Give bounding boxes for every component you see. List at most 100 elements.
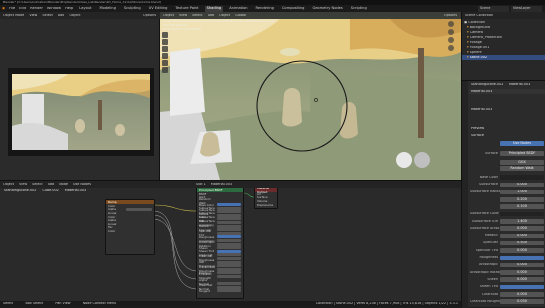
node-socket-value[interactable] <box>217 210 241 214</box>
workspace-tab-geometry-nodes[interactable]: Geometry Nodes <box>310 6 344 12</box>
mode-dropdown[interactable]: Object <box>163 14 174 17</box>
move-tool-icon[interactable] <box>162 46 168 52</box>
menu-view[interactable]: View <box>19 183 27 186</box>
material-slot[interactable]: Material.003 <box>471 90 492 93</box>
transform-orientation[interactable]: Global <box>235 14 246 17</box>
use-nodes-checkbox[interactable]: Use Nodes <box>73 183 91 186</box>
workspace-tab-shading[interactable]: Shading <box>204 5 224 12</box>
menu-select[interactable]: Select <box>42 14 52 17</box>
property-value-field[interactable]: 0.000 <box>500 277 544 282</box>
node-socket-row[interactable]: Displacement <box>255 203 277 207</box>
property-value-field[interactable] <box>500 211 544 217</box>
node-socket-value[interactable] <box>217 221 241 225</box>
node-socket-value[interactable] <box>217 264 241 268</box>
camera-view-panel[interactable]: Object Mode View Select Add Object Optio… <box>0 12 160 180</box>
outliner-row-selected[interactable]: ▾ Stone.002 <box>462 55 545 60</box>
rotate-tool-icon[interactable] <box>162 53 168 59</box>
outliner-panel[interactable]: Scene Collection ▣ Collection ▾ Background… <box>461 12 545 80</box>
node-socket-value[interactable] <box>217 203 241 207</box>
node-socket-row[interactable]: Tangent <box>197 289 243 293</box>
surface-section-header[interactable]: Surface <box>469 133 545 138</box>
workspace-tab-scripting[interactable]: Scripting <box>349 6 369 12</box>
menu-edit[interactable]: Edit <box>19 7 26 11</box>
properties-tab-strip[interactable] <box>462 81 468 308</box>
workspace-tab-texture-paint[interactable]: Texture Paint <box>173 6 200 12</box>
menu-select[interactable]: Select <box>32 183 42 186</box>
properties-panel[interactable]: StandingStone.002 Material.003 Material.… <box>461 80 545 308</box>
transform-tool-icon[interactable] <box>162 67 168 73</box>
preview-section-header[interactable]: Preview <box>469 126 545 131</box>
material-slot-list[interactable]: Material.003 <box>469 89 545 94</box>
property-value-field[interactable] <box>500 284 544 290</box>
cursor-tool-icon[interactable] <box>162 39 168 45</box>
texture-node[interactable]: Ramp Color Alpha Linear Color Alpha Linear Fac… <box>105 199 155 255</box>
menu-view[interactable]: View <box>179 14 187 17</box>
node-socket-value[interactable] <box>126 207 152 211</box>
workspace-tab-uv-editing[interactable]: UV Editing <box>147 6 170 12</box>
node-socket-value[interactable] <box>217 289 241 293</box>
shader-node-editor[interactable]: Object View Select Add Node Use Nodes Sl… <box>0 180 461 301</box>
property-value-field[interactable]: 1.000 <box>500 189 544 195</box>
node-socket-value[interactable] <box>217 249 241 253</box>
property-value-field[interactable] <box>500 175 544 180</box>
node-socket-value[interactable] <box>217 224 241 228</box>
menu-file[interactable]: File <box>9 7 15 11</box>
property-value-field[interactable] <box>500 255 544 261</box>
material-datablock[interactable]: Material.003 <box>469 107 545 112</box>
editor-type-dropdown[interactable]: Object <box>3 183 14 186</box>
property-value-field[interactable]: 1.400 <box>500 219 544 224</box>
menu-add[interactable]: Add <box>58 14 65 17</box>
node-socket-value[interactable] <box>217 253 241 257</box>
property-value-field[interactable]: 0.000 <box>500 262 544 268</box>
menu-node[interactable]: Node <box>59 183 68 186</box>
menu-window[interactable]: Window <box>47 7 61 11</box>
node-socket-value[interactable] <box>217 213 241 217</box>
workspace-tab-modeling[interactable]: Modeling <box>98 6 118 12</box>
options-dropdown[interactable]: Options <box>444 14 457 17</box>
menu-add[interactable]: Add <box>48 183 55 186</box>
menu-help[interactable]: Help <box>65 7 73 11</box>
distribution-dropdown[interactable]: GGX <box>500 160 544 165</box>
pan-hand-icon[interactable] <box>448 29 454 35</box>
node-socket-value[interactable] <box>217 239 241 243</box>
menu-select[interactable]: Select <box>192 14 202 17</box>
use-nodes-button[interactable]: Use Nodes <box>500 141 544 146</box>
property-value-field[interactable]: 0.100 <box>500 204 544 209</box>
node-socket-row[interactable]: Color <box>106 229 154 233</box>
subsurface-method-dropdown[interactable]: Random Walk <box>500 166 544 171</box>
property-value-field[interactable]: 0.500 <box>500 240 544 246</box>
options-dropdown[interactable]: Options <box>143 14 156 17</box>
property-value-field[interactable]: 0.000 <box>500 248 544 253</box>
node-socket-value[interactable] <box>217 231 241 235</box>
menu-view[interactable]: View <box>29 14 37 17</box>
property-value-field[interactable]: 0.000 <box>500 292 544 297</box>
menu-add[interactable]: Add <box>208 14 215 17</box>
node-socket-value[interactable] <box>217 228 241 232</box>
node-socket-value[interactable] <box>217 282 241 286</box>
property-value-field[interactable]: 0.000 <box>500 226 544 231</box>
material-dropdown[interactable]: Material.003 <box>211 183 232 186</box>
material-datablock-name[interactable]: Material.003 <box>471 108 492 111</box>
node-socket-value[interactable] <box>217 285 241 289</box>
3d-viewport[interactable]: Object View Select Add Object Global Opt… <box>160 12 461 180</box>
slot-dropdown[interactable]: Slot 1 <box>196 183 206 186</box>
workspace-tab-layout[interactable]: Layout <box>77 6 93 12</box>
node-socket-value[interactable] <box>217 246 241 250</box>
menu-object[interactable]: Object <box>69 14 80 17</box>
node-socket-value[interactable] <box>217 267 241 271</box>
scale-tool-icon[interactable] <box>162 60 168 66</box>
property-value-field[interactable]: 0.000 <box>500 182 544 188</box>
menu-render[interactable]: Render <box>30 7 43 11</box>
menu-object[interactable]: Object <box>219 14 230 17</box>
node-socket-value[interactable] <box>217 242 241 246</box>
surface-shader-dropdown[interactable]: Principled BSDF <box>500 151 544 156</box>
node-socket-value[interactable] <box>217 217 241 221</box>
material-output-node[interactable]: Material Output All Surface Volume Displace… <box>254 187 278 209</box>
zoom-icon[interactable] <box>448 21 454 27</box>
scene-selector[interactable]: Scene <box>478 5 509 12</box>
select-tool-icon[interactable] <box>162 32 168 38</box>
property-value-field[interactable]: 0.000 <box>500 233 544 239</box>
node-socket-value[interactable] <box>217 206 241 210</box>
workspace-tab-animation[interactable]: Animation <box>227 6 249 12</box>
principled-bsdf-node[interactable]: Principled BSDF BSDF GGX Random Walk Base C… <box>196 187 244 299</box>
